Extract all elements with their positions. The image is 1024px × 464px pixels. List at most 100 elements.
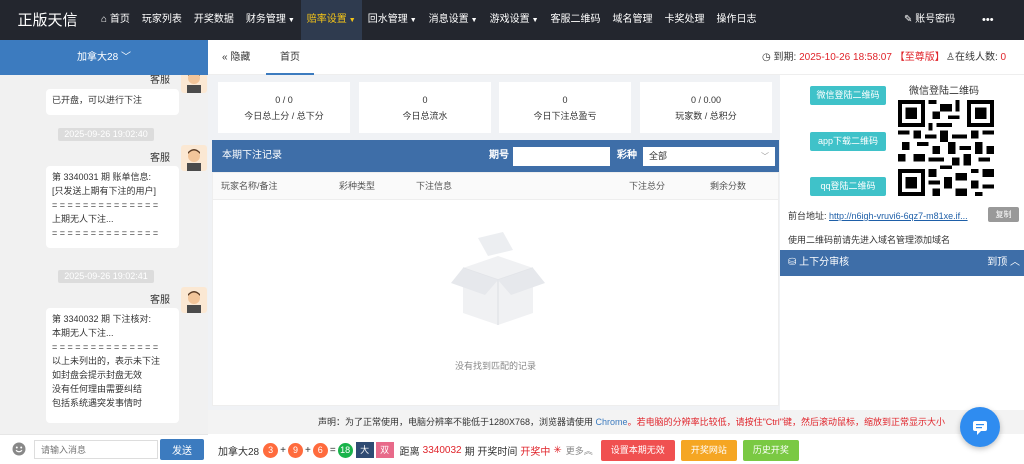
account-password-link[interactable]: ✎ 账号密码 <box>904 0 955 40</box>
wechat-qr-button[interactable]: 微信登陆二维码 <box>810 86 886 105</box>
draw-ball: 3 <box>263 442 279 458</box>
tier-badge: 【至尊版】 <box>894 52 945 63</box>
nav-game-settings[interactable]: 游戏设置 ▼ <box>484 0 545 40</box>
set-invalid-button[interactable]: 设置本期无效 <box>600 439 675 461</box>
caret-down-icon: ▼ <box>531 17 539 24</box>
history-button[interactable]: 历史开奖 <box>742 439 799 461</box>
double-chevron-left-icon: « <box>222 52 228 63</box>
expire-info: ◷ 到期: 2025-10-26 18:58:07 【至尊版】 <box>762 52 945 63</box>
nav-odds[interactable]: 赔率设置 ▼ <box>300 0 362 40</box>
period-input[interactable] <box>513 147 610 166</box>
message-bubble: 已开盘，可以进行下注 <box>46 89 179 115</box>
message-timestamp: 2025-09-26 19:02:41 <box>58 270 154 283</box>
avatar <box>181 75 207 93</box>
emoji-icon[interactable] <box>12 442 26 456</box>
avatar <box>181 287 207 313</box>
edit-icon: ✎ <box>904 14 916 25</box>
column-header[interactable]: 剩余分数 <box>710 173 746 200</box>
message-sender: 客服 <box>150 153 170 164</box>
empty-state-text: 没有找到匹配的记录 <box>454 361 536 371</box>
caret-down-icon: ▼ <box>409 17 417 24</box>
caret-down-icon: ▼ <box>287 17 295 24</box>
records-title: 本期下注记录 <box>222 150 282 161</box>
stat-card-topup: 0 / 0 今日总上分 / 总下分 <box>218 82 350 133</box>
online-count: ♙在线人数: 0 <box>946 52 1007 63</box>
nav-messages[interactable]: 消息设置 ▼ <box>423 0 484 40</box>
qr-code-image <box>898 100 994 196</box>
stat-card-turnover: 0 今日总流水 <box>359 82 491 133</box>
game-type-select[interactable]: 全部 ﹀ <box>643 147 775 166</box>
column-header[interactable]: 彩种类型 <box>339 173 375 200</box>
expire-date: 2025-10-26 18:58:07 <box>799 52 892 63</box>
domain-hint: 使用二维码前请先进入域名管理添加域名 <box>788 235 951 245</box>
draw-sum-ball: 18 <box>337 442 353 458</box>
nav-logs[interactable]: 操作日志 <box>711 0 763 40</box>
draw-ball: 6 <box>312 442 328 458</box>
column-header[interactable]: 下注信息 <box>416 173 452 200</box>
records-header: 本期下注记录 期号 彩种 全部 ﹀ <box>212 140 779 172</box>
size-tag: 大 <box>355 442 374 458</box>
nav-domains[interactable]: 域名管理 <box>607 0 659 40</box>
caret-down-icon: ▼ <box>470 17 478 24</box>
avatar <box>181 145 207 171</box>
period-label: 期号 <box>489 150 509 161</box>
home-icon: ⌂ <box>101 14 110 25</box>
next-period: 3340032 <box>422 444 462 456</box>
double-chevron-up-icon: ︽ <box>583 445 593 456</box>
front-address-link[interactable]: http://n6igh-vruvi6-6qz7-m81xe.if... <box>829 211 968 221</box>
audit-header: ⛁ 上下分审核 到顶 ︿ <box>780 250 1024 276</box>
draw-ball: 9 <box>287 442 303 458</box>
message-sender: 客服 <box>150 75 170 86</box>
message-bubble: 第 3340031 期 账单信息: [只发送上期有下注的用户] = = = = … <box>46 166 179 248</box>
chat-region-selector[interactable]: 加拿大28 ﹀ <box>0 40 208 75</box>
user-icon: ♙ <box>946 52 955 63</box>
more-menu-button[interactable]: ••• <box>982 0 994 40</box>
chat-message-input[interactable] <box>34 440 158 459</box>
parity-tag: 双 <box>375 442 394 458</box>
column-header[interactable]: 下注总分 <box>629 173 665 200</box>
lottery-site-button[interactable]: 开奖网站 <box>680 439 737 461</box>
nav-finance[interactable]: 财务管理 ▼ <box>240 0 301 40</box>
empty-box-icon <box>451 232 545 325</box>
brand-logo: 正版天信 <box>17 11 78 29</box>
caret-down-icon: ▼ <box>348 17 356 24</box>
chevron-up-icon: ︿ <box>1010 257 1020 268</box>
nav-rebate[interactable]: 回水管理 ▼ <box>362 0 423 40</box>
chevron-down-icon: ﹀ <box>761 152 769 161</box>
spinner-icon: ✳ <box>553 444 562 456</box>
nav-lottery-data[interactable]: 开奖数据 <box>188 0 240 40</box>
hide-sidebar-button[interactable]: « 隐藏 <box>222 40 250 75</box>
nav-service-qr[interactable]: 客服二维码 <box>545 0 607 40</box>
game-name: 加拿大28 <box>218 446 260 458</box>
stat-card-profit: 0 今日下注总盈亏 <box>499 82 631 133</box>
column-header[interactable]: 玩家名称/备注 <box>221 173 278 200</box>
nav-card-handling[interactable]: 卡奖处理 <box>659 0 711 40</box>
notice-bar: 声明：为了正常使用，电脑分辨率不能低于1280X768，浏览器请使用 Chrom… <box>208 410 1024 434</box>
chevron-down-icon: ﹀ <box>120 52 131 63</box>
table-header: 玩家名称/备注 彩种类型 下注信息 下注总分 剩余分数 <box>213 173 778 200</box>
chat-message-list[interactable]: 客服 已开盘，可以进行下注 2025-09-26 19:02:40 客服 第 3… <box>0 75 208 434</box>
nav-players[interactable]: 玩家列表 <box>136 0 188 40</box>
floating-chat-button[interactable] <box>960 407 1000 447</box>
stat-card-players: 0 / 0.00 玩家数 / 总积分 <box>640 82 772 133</box>
front-address: 前台地址: http://n6igh-vruvi6-6qz7-m81xe.if.… <box>788 211 968 221</box>
clock-icon: ◷ <box>762 52 774 63</box>
draw-status: 开奖中 <box>520 446 551 458</box>
nav-home[interactable]: ⌂ 首页 <box>95 0 136 40</box>
chat-bubble-icon <box>973 421 987 435</box>
records-table: 玩家名称/备注 彩种类型 下注信息 下注总分 剩余分数 没有找到匹配的记录 <box>212 172 779 406</box>
layers-icon: ⛁ <box>788 257 800 268</box>
main-nav: ⌂ 首页 玩家列表 开奖数据 财务管理 ▼ 赔率设置 ▼ 回水管理 ▼ 消息设置 ▼ 游… <box>95 0 763 40</box>
qq-qr-button[interactable]: qq登陆二维码 <box>810 177 886 196</box>
app-qr-button[interactable]: app下载二维码 <box>810 132 886 151</box>
scroll-top-link[interactable]: 到顶 ︿ <box>987 250 1020 276</box>
message-sender: 客服 <box>150 295 170 306</box>
more-link[interactable]: 更多︽ <box>566 444 593 457</box>
message-bubble: 第 3340032 期 下注核对: 本期无人下注... = = = = = = … <box>46 308 179 423</box>
send-button[interactable]: 发送 <box>160 439 204 460</box>
qr-title: 微信登陆二维码 <box>909 86 979 97</box>
tab-home[interactable]: 首页 <box>266 40 314 75</box>
copy-button[interactable]: 复制 <box>988 207 1019 222</box>
message-timestamp: 2025-09-26 19:02:40 <box>58 128 154 141</box>
top-bar: 正版天信 ⌂ 首页 玩家列表 开奖数据 财务管理 ▼ 赔率设置 ▼ 回水管理 ▼ 消息… <box>0 0 1024 40</box>
